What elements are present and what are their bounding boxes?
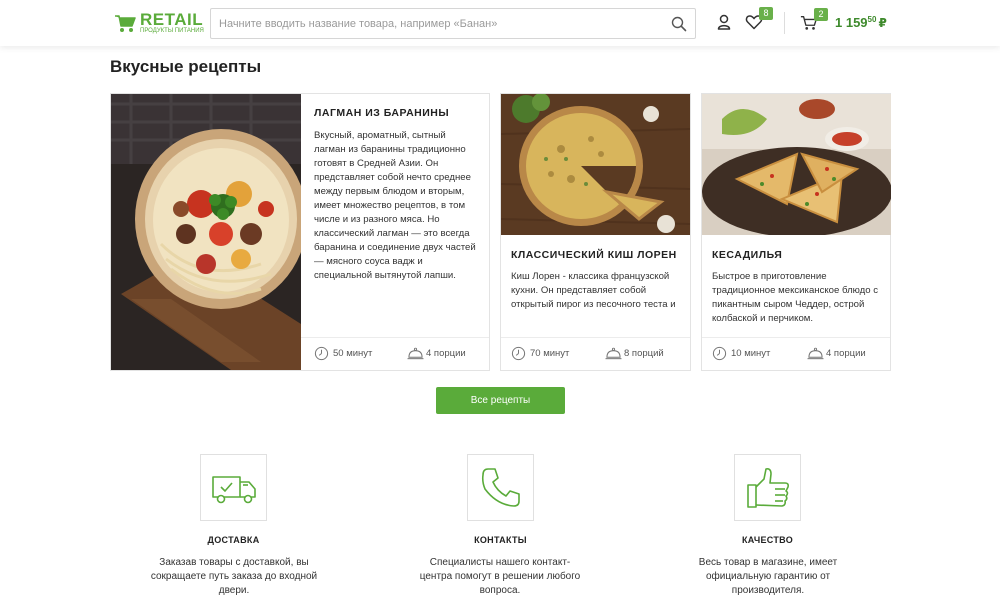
recipe-card[interactable]: КЛАССИЧЕСКИЙ КИШ ЛОРЕН Киш Лорен - класс… (500, 93, 691, 371)
phone-icon (481, 468, 520, 507)
recipe-image[interactable] (111, 94, 301, 370)
portions-label: 8 порций (624, 348, 664, 359)
recipe-description: Быстрое в приготовление традиционное мек… (712, 271, 879, 324)
delivery-truck-icon (212, 476, 256, 504)
timer-icon (511, 346, 526, 361)
quesadilla-photo (702, 94, 891, 235)
search-icon[interactable] (671, 16, 687, 32)
recipe-image[interactable] (501, 94, 690, 235)
recipe-card[interactable]: ЛАГМАН ИЗ БАРАНИНЫ Вкусный, ароматный, с… (110, 93, 490, 371)
recipe-title[interactable]: КЕСАДИЛЬЯ (712, 249, 782, 261)
cart-count-badge: 2 (814, 8, 828, 21)
cart-total-cents: 50 (867, 15, 877, 24)
timer-icon (314, 346, 329, 361)
feature-text: Заказав товары с доставкой, вы сокращает… (150, 557, 318, 596)
recipe-title[interactable]: ЛАГМАН ИЗ БАРАНИНЫ (314, 107, 449, 119)
recipe-description: Киш Лорен - классика французской кухни. … (511, 271, 676, 310)
feature-icon-box (734, 454, 801, 521)
portions-label: 4 порции (826, 348, 866, 359)
feature-text: Весь товар в магазине, имеет официальную… (698, 557, 838, 596)
logo[interactable]: RETAIL ПРОДУКТЫ ПИТАНИЯ (113, 9, 204, 37)
feature-title: КОНТАКТЫ (474, 535, 527, 545)
portions-label: 4 порции (426, 348, 466, 359)
cloche-icon (807, 347, 824, 360)
favorites-count-badge: 8 (759, 7, 773, 20)
search-input[interactable] (219, 9, 659, 38)
thumbs-up-icon (747, 468, 789, 508)
header-divider (784, 12, 785, 34)
logo-title: RETAIL (140, 10, 204, 29)
search-box (210, 8, 696, 39)
feature-icon-box (467, 454, 534, 521)
recipe-card[interactable]: КЕСАДИЛЬЯ Быстрое в приготовление традиц… (701, 93, 891, 371)
recipe-meta: 50 минут 4 порции (301, 337, 489, 370)
feature-title: ДОСТАВКА (207, 535, 260, 545)
lagman-photo (111, 94, 301, 370)
recipe-image[interactable] (702, 94, 891, 235)
cook-time-label: 50 минут (333, 348, 373, 359)
cook-time-label: 10 минут (731, 348, 771, 359)
currency-symbol: ₽ (878, 16, 887, 30)
logo-subtitle: ПРОДУКТЫ ПИТАНИЯ (140, 28, 204, 34)
feature-title: КАЧЕСТВО (741, 535, 794, 545)
recipe-meta: 70 минут 8 порций (501, 337, 690, 370)
feature-text: Специалисты нашего контакт-центра помогу… (419, 557, 581, 596)
site-header: RETAIL ПРОДУКТЫ ПИТАНИЯ 8 2 1 15950₽ (0, 0, 1000, 46)
cook-time-label: 70 минут (530, 348, 570, 359)
cloche-icon (605, 347, 622, 360)
recipe-card-body: ЛАГМАН ИЗ БАРАНИНЫ Вкусный, ароматный, с… (301, 94, 489, 370)
cart-total-main: 1 159 (835, 15, 868, 30)
quiche-photo (501, 94, 690, 235)
logo-cart-icon (115, 15, 136, 32)
cart-total[interactable]: 1 15950 ₽ (835, 15, 887, 30)
cloche-icon (407, 347, 424, 360)
recipe-description: Вкусный, ароматный, сытный лагман из бар… (314, 130, 476, 281)
user-icon[interactable] (715, 13, 733, 31)
all-recipes-button[interactable]: Все рецепты (436, 387, 565, 414)
section-title: Вкусные рецепты (110, 57, 262, 76)
recipe-meta: 10 минут 4 порции (702, 337, 890, 370)
recipe-title[interactable]: КЛАССИЧЕСКИЙ КИШ ЛОРЕН (511, 249, 677, 261)
feature-icon-box (200, 454, 267, 521)
timer-icon (712, 346, 727, 361)
